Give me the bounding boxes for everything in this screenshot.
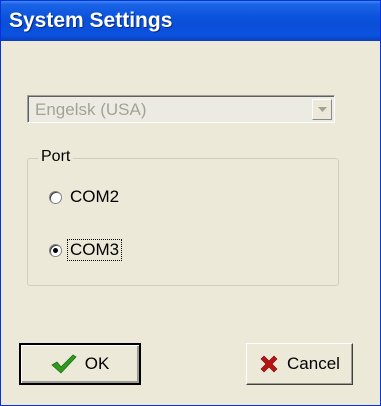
radio-com2[interactable]: COM2 <box>49 185 121 209</box>
radio-label-com3: COM3 <box>66 239 123 261</box>
x-icon <box>260 355 278 373</box>
radio-button-com3[interactable] <box>49 243 62 257</box>
chevron-down-icon <box>318 107 327 112</box>
language-dropdown[interactable]: Engelsk (USA) <box>27 95 335 123</box>
radio-selected-dot <box>53 247 58 253</box>
port-group: Port COM2 COM3 <box>27 148 339 286</box>
system-settings-dialog: System Settings Engelsk (USA) Port COM2 <box>0 0 381 406</box>
window-title: System Settings <box>9 9 173 32</box>
radio-com3[interactable]: COM3 <box>49 238 123 262</box>
language-dropdown-field: Engelsk (USA) <box>28 96 334 122</box>
radio-button-com2[interactable] <box>49 190 62 204</box>
checkmark-icon <box>51 354 77 374</box>
cancel-button-label: Cancel <box>287 354 340 373</box>
title-bar[interactable]: System Settings <box>1 1 380 41</box>
dialog-content: Engelsk (USA) Port COM2 COM3 OK Cancel <box>1 41 380 405</box>
ok-button-label: OK <box>84 354 110 373</box>
ok-button[interactable]: OK <box>19 343 141 385</box>
radio-label-com2: COM2 <box>70 187 120 206</box>
language-dropdown-value: Engelsk (USA) <box>35 100 147 119</box>
cancel-button[interactable]: Cancel <box>246 343 353 385</box>
dropdown-arrow-button[interactable] <box>312 99 332 120</box>
port-group-label: Port <box>38 148 74 166</box>
